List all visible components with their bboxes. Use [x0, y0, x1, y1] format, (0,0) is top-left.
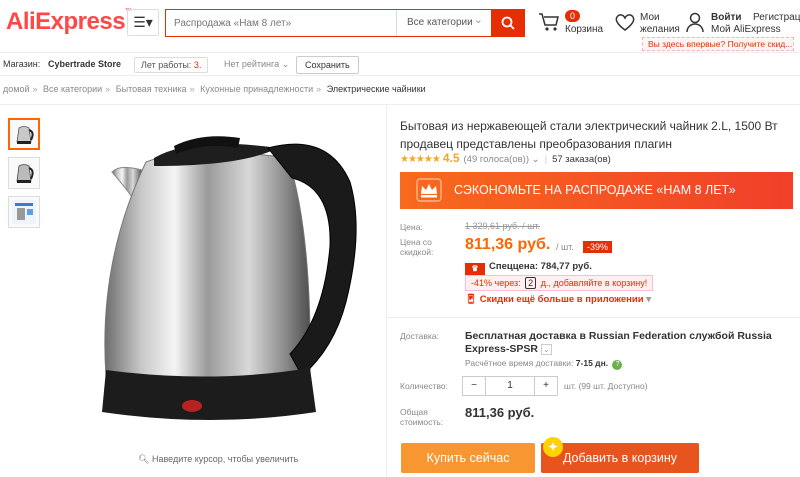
votes-link[interactable]: (49 голоса(ов))	[464, 154, 530, 165]
quantity-decrease-button[interactable]: −	[463, 377, 485, 395]
store-label: Магазин:	[3, 59, 41, 69]
my-aliexpress-link[interactable]: Мой AliExpress	[711, 24, 781, 35]
sparkle-icon: ✦	[543, 437, 563, 457]
section-divider	[387, 317, 800, 318]
save-store-button[interactable]: Сохранить	[296, 56, 359, 74]
magnifier-icon: 🔍︎	[138, 454, 150, 464]
product-main-image[interactable]	[92, 122, 364, 444]
stock-note: шт. (99 шт. Доступно)	[564, 381, 648, 391]
cart-count-badge: 0	[565, 10, 581, 22]
original-price: 1 329,61 руб. / шт.	[465, 221, 541, 231]
search-button[interactable]	[491, 10, 524, 36]
breadcrumb-appliances[interactable]: Бытовая техника	[116, 84, 187, 94]
cart-link[interactable]: 0 Корзина	[538, 10, 608, 40]
shipping-dropdown-icon[interactable]: ⌄	[540, 343, 552, 355]
caret-down-icon: ▾	[646, 294, 651, 305]
cart-icon	[539, 13, 559, 31]
thumbnail-list	[8, 118, 42, 235]
price-unit: / шт.	[556, 242, 574, 252]
search-category-select[interactable]: Все категории	[396, 7, 491, 36]
header: AliExpress™ ☰▾ Все категории 0 Корзина М…	[0, 0, 800, 51]
store-name-link[interactable]: Cybertrade Store	[48, 59, 121, 69]
breadcrumb-kitchen[interactable]: Кухонные принадлежности	[200, 84, 313, 94]
shipping-info: Бесплатная доставка в Russian Federation…	[465, 330, 772, 355]
coupon-days: 2	[525, 277, 537, 289]
current-price: 811,36 руб.	[465, 236, 551, 253]
thumbnail-1[interactable]	[8, 118, 40, 150]
kettle-image	[102, 136, 357, 420]
quantity-stepper: − 1 +	[462, 376, 558, 396]
quantity-increase-button[interactable]: +	[535, 377, 557, 395]
search-icon	[501, 16, 515, 30]
total-price: 811,36 руб.	[465, 405, 535, 420]
discount-price-label: Цена со скидкой:	[400, 237, 434, 257]
first-visit-tip[interactable]: Вы здесь впервые? Получите скид...	[642, 37, 794, 51]
total-label: Общая стоимость:	[400, 407, 444, 427]
chevron-down-icon[interactable]: ⌄	[532, 154, 540, 165]
menu-icon: ☰▾	[133, 14, 153, 30]
buy-now-button[interactable]: Купить сейчас	[401, 443, 535, 473]
search-input[interactable]	[166, 10, 396, 36]
add-to-cart-button[interactable]: Добавить в корзину	[541, 443, 699, 473]
discount-badge: -39%	[583, 241, 613, 253]
breadcrumb-all-categories[interactable]: Все категории	[43, 84, 102, 94]
sale-banner[interactable]: СЭКОНОМЬТЕ НА РАСПРОДАЖЕ «НАМ 8 ЛЕТ»	[400, 172, 793, 209]
rating-value: 4.5	[442, 151, 460, 165]
rating-row: ★★★★★ 4.5 (49 голоса(ов)) ⌄ | 57 заказа(ов)	[400, 151, 611, 165]
cart-label: Корзина	[565, 24, 604, 35]
help-icon[interactable]: ?	[612, 360, 623, 370]
login-link[interactable]: Войти	[711, 12, 742, 23]
categories-menu-button[interactable]: ☰▾	[127, 9, 159, 36]
wishlist-label: Мои желания	[640, 12, 680, 35]
app-deal-link[interactable]: 📱︎ Скидки ещё больше в приложении ▾	[465, 294, 651, 305]
divider	[0, 104, 800, 105]
shipping-label: Доставка:	[400, 331, 439, 341]
column-divider	[386, 105, 387, 477]
quantity-input[interactable]: 1	[485, 377, 535, 395]
product-title: Бытовая из нержавеющей стали электрическ…	[400, 119, 778, 151]
phone-icon: 📱︎	[465, 294, 478, 305]
user-icon	[686, 12, 704, 33]
orders-count: 57 заказа(ов)	[552, 154, 611, 165]
breadcrumb-kettles: Электрические чайники	[326, 84, 426, 94]
heart-icon	[615, 14, 635, 31]
zoom-hint: 🔍︎ Наведите курсор, чтобы увеличить	[138, 454, 299, 464]
breadcrumb: домой» Все категории» Бытовая техника» К…	[3, 84, 426, 94]
crown-badge-icon: ♛	[465, 263, 485, 275]
coupon-offer[interactable]: -41% через: 2 д., добавляйте в корзину!	[465, 275, 654, 291]
store-years-badge: Лет работы: 3.	[134, 57, 209, 73]
price-label: Цена:	[400, 222, 423, 232]
rating-stars: ★★★★★	[400, 154, 441, 165]
register-link[interactable]: Регистрация	[753, 12, 800, 23]
quantity-label: Количество:	[400, 381, 449, 391]
breadcrumb-home[interactable]: домой	[3, 84, 29, 94]
store-bar: Магазин: Cybertrade Store Лет работы: 3.…	[0, 52, 800, 76]
aliexpress-logo[interactable]: AliExpress™	[6, 8, 132, 36]
search-bar: Все категории	[165, 7, 525, 37]
store-rating-dropdown[interactable]: Нет рейтинга ⌄	[224, 59, 289, 70]
thumbnail-3[interactable]	[8, 196, 40, 228]
crown-icon	[416, 178, 442, 202]
special-price: ♛ Спеццена: 784,77 руб.	[465, 261, 592, 275]
thumbnail-2[interactable]	[8, 157, 40, 189]
delivery-eta: Расчётное время доставки: 7-15 дн. ?	[465, 358, 623, 370]
